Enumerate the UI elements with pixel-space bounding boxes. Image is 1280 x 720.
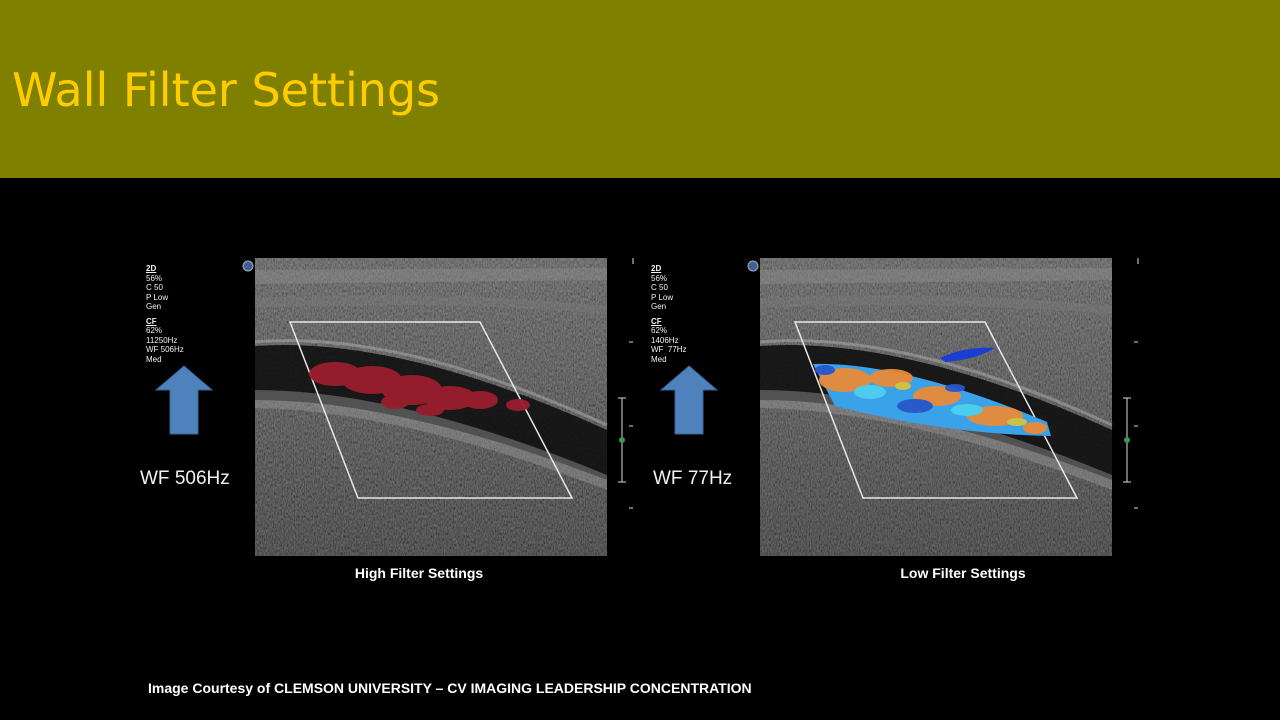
readout-wall-filter: WF 506Hz xyxy=(146,345,184,354)
readout-c: C 50 xyxy=(146,283,163,292)
readout-2d-header: 2D xyxy=(651,264,662,273)
readout-gen: Gen xyxy=(146,302,162,311)
readout-cf-gain: 62% xyxy=(146,326,163,335)
slide-title: Wall Filter Settings xyxy=(12,63,441,117)
readout-med: Med xyxy=(146,354,162,364)
wall-filter-label: WF 77Hz xyxy=(653,468,733,489)
ultrasound-panel-low-filter: 2D 56% C 50 P Low Gen CF 62% 1406Hz WF 7… xyxy=(645,250,1145,560)
title-banner: Wall Filter Settings xyxy=(0,0,1280,178)
readout-cf-header: CF xyxy=(651,316,662,326)
caption-low-filter: Low Filter Settings xyxy=(900,565,1026,581)
wall-filter-label: WF 506Hz xyxy=(140,468,230,489)
readout-frequency: 1406Hz xyxy=(651,335,679,345)
caption-high-filter: High Filter Settings xyxy=(354,565,484,581)
readout-med: Med xyxy=(651,354,667,364)
readout-cf-header: CF xyxy=(146,316,157,326)
ultrasound-panel-high-filter: 2D 56% C 50 P Low Gen CF 62% 11250Hz WF … xyxy=(140,250,640,560)
readout-2d-header: 2D xyxy=(146,264,157,273)
readout-gen: Gen xyxy=(651,302,667,311)
readout-p: P Low xyxy=(146,292,169,302)
readout-wall-filter: WF 77Hz xyxy=(651,345,687,354)
up-arrow-icon xyxy=(154,365,214,435)
up-arrow-icon xyxy=(659,365,719,435)
readout-2d-gain: 56% xyxy=(651,273,668,283)
readout-cf-gain: 62% xyxy=(651,326,668,335)
readout-p: P Low xyxy=(651,292,674,302)
image-credit: Image Courtesy of CLEMSON UNIVERSITY – C… xyxy=(148,680,752,696)
readout-2d-gain: 56% xyxy=(146,273,163,283)
scanner-settings-readout: 2D 56% C 50 P Low Gen CF 62% 11250Hz WF … xyxy=(146,264,236,364)
readout-frequency: 11250Hz xyxy=(146,335,178,345)
scanner-settings-readout: 2D 56% C 50 P Low Gen CF 62% 1406Hz WF 7… xyxy=(651,264,741,364)
readout-c: C 50 xyxy=(651,283,668,292)
